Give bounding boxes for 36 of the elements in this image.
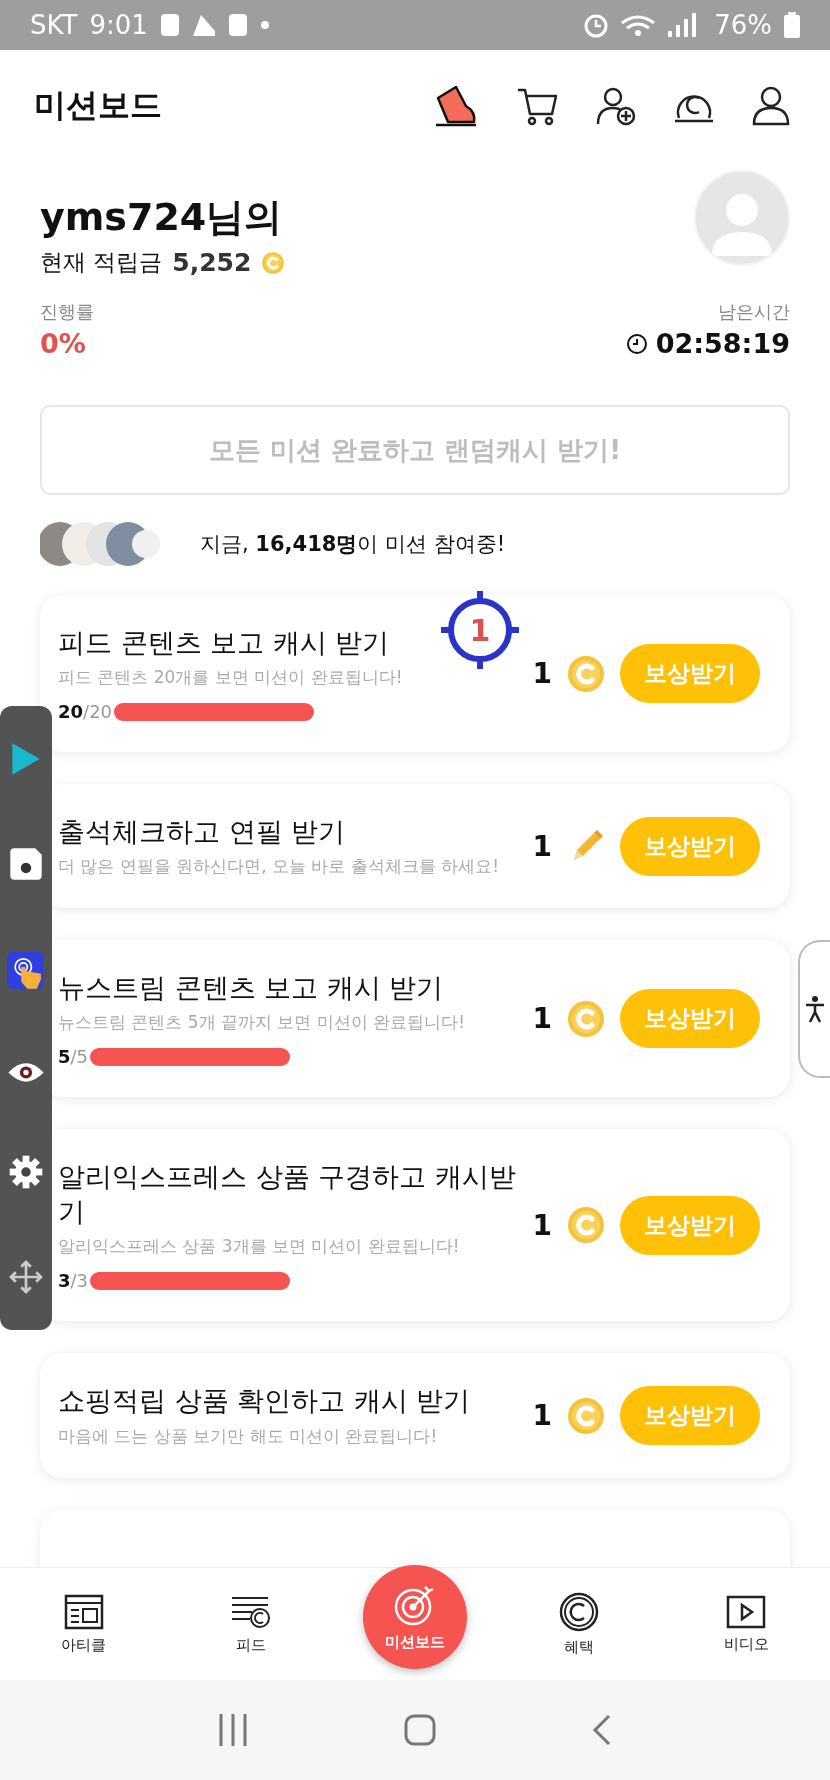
- mission-description: 알리익스프레스 상품 3개를 보면 미션이 완료됩니다!: [58, 1235, 461, 1259]
- user-greeting: yms724님의: [40, 194, 284, 241]
- reward-amount: 1: [532, 1002, 552, 1036]
- mission-title: 피드 콘텐츠 보고 캐시 받기: [58, 626, 390, 660]
- clock: 9:01: [89, 10, 148, 40]
- balance-amount: 5,252: [172, 248, 252, 277]
- progress-label: 진행률: [40, 300, 94, 324]
- reward-amount: 1: [532, 657, 552, 691]
- nav-tab[interactable]: 피드: [195, 1592, 306, 1656]
- mission-description: 뉴스트림 콘텐츠 5개 끝까지 보면 미션이 완료됩니다!: [58, 1011, 467, 1035]
- mission-description: 마음에 드는 상품 보기만 해도 미션이 완료됩니다!: [58, 1424, 439, 1448]
- mission-description: 피드 콘텐츠 20개를 보면 미션이 완료됩니다!: [58, 666, 404, 690]
- participants-text: 지금, 16,418명이 미션 참여중!: [200, 531, 506, 558]
- reward-amount: 1: [532, 829, 552, 863]
- mission-title: 뉴스트림 콘텐츠 보고 캐시 받기: [58, 971, 444, 1006]
- nav-tab[interactable]: 아티클: [28, 1592, 139, 1656]
- mission-title: 알리익스프레스 상품 구경하고 캐시받기: [58, 1160, 517, 1230]
- mission-title: 쇼핑적립 상품 확인하고 캐시 받기: [58, 1384, 471, 1419]
- mission-count: 20/20: [58, 701, 113, 723]
- mission-count: 3/3: [58, 1270, 89, 1292]
- battery-percent: 76%: [714, 10, 772, 40]
- nav-tab[interactable]: 미션보드: [362, 1565, 467, 1669]
- mission-title: 출석체크하고 연필 받기: [58, 815, 346, 850]
- time-left-label: 남은시간: [718, 300, 790, 324]
- progress-percent: 0%: [40, 328, 87, 359]
- nav-tab[interactable]: 혜택: [524, 1590, 635, 1658]
- nav-tab[interactable]: 비디오: [691, 1593, 802, 1655]
- carrier: SKT: [30, 10, 78, 40]
- reward-amount: 1: [532, 1399, 552, 1432]
- complete-all-button[interactable]: 모든 미션 완료하고 랜덤캐시 받기!: [40, 405, 790, 495]
- mission-description: 더 많은 연필을 원하신다면, 오늘 바로 출석체크를 하세요!: [58, 855, 501, 879]
- mission-count: 5/5: [58, 1046, 89, 1068]
- time-left: 02:58:19: [655, 328, 790, 359]
- page-title: 미션보드: [34, 85, 163, 126]
- reward-amount: 1: [532, 1208, 552, 1242]
- balance-label: 현재 적립금: [40, 248, 163, 277]
